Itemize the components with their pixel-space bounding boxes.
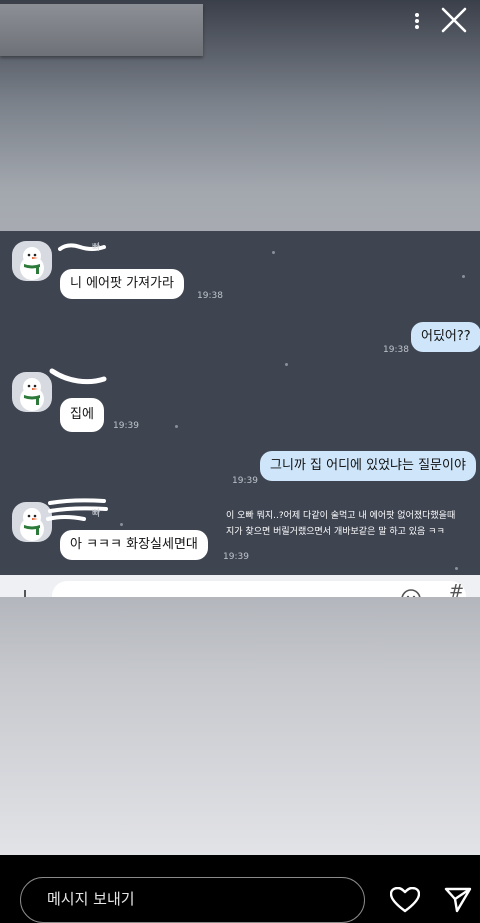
message-time: 19:38: [383, 345, 409, 355]
snowman-icon: [20, 247, 44, 280]
message-bubble-incoming: 아 ㅋㅋㅋ 화장실세면대: [60, 530, 208, 560]
plus-icon: [24, 590, 26, 597]
story-background: [0, 597, 480, 855]
send-icon[interactable]: [444, 887, 472, 913]
redacted-name: [58, 243, 106, 251]
send-message-placeholder: 메시지 보내기: [47, 890, 135, 908]
caption-line: 이 오빠 뭐지..?어제 다같이 술먹고 내 에어팟 없어졌다했을때: [226, 511, 456, 521]
story-frame: 빠 니 에어팟 가져가라 19:38 어딨어?? 19:38 집에 19:39 …: [0, 0, 480, 855]
message-bubble-outgoing: 그니까 집 어디에 있었냐는 질문이야: [260, 451, 476, 481]
redacted-header: [0, 4, 203, 56]
avatar: [12, 372, 52, 412]
message-bubble-incoming: 집에: [60, 398, 104, 432]
hash-icon: #: [449, 581, 465, 598]
message-time: 19:39: [223, 552, 249, 562]
message-bubble-outgoing: 어딨어??: [411, 322, 480, 352]
redacted-name: [49, 368, 107, 385]
more-vertical-icon[interactable]: [408, 12, 426, 30]
sender-name-suffix: 빠: [92, 243, 101, 253]
message-bubble-incoming: 니 에어팟 가져가라: [60, 269, 184, 299]
heart-icon[interactable]: [390, 887, 420, 913]
close-icon[interactable]: [440, 6, 468, 34]
sender-name-suffix: 빠: [92, 509, 101, 519]
message-time: 19:39: [232, 476, 258, 486]
caption-line: 지가 찾으면 버릴거랬으면서 개바보같은 말 하고 있음 ㅋㅋ: [226, 527, 445, 537]
story-caption: 이 오빠 뭐지..?어제 다같이 술먹고 내 에어팟 없어졌다했을때 지가 찾으…: [226, 508, 476, 540]
message-time: 19:39: [113, 421, 139, 431]
message-time: 19:38: [197, 291, 223, 301]
chat-screenshot: 빠 니 에어팟 가져가라 19:38 어딨어?? 19:38 집에 19:39 …: [0, 231, 480, 575]
snowman-icon: [20, 378, 44, 411]
send-message-input[interactable]: 메시지 보내기: [20, 877, 365, 923]
reply-bar: 메시지 보내기: [0, 855, 480, 923]
redacted-name: [46, 498, 108, 521]
emoji-icon: [401, 589, 421, 597]
avatar: [12, 241, 52, 281]
chat-input-bar: #: [0, 575, 480, 597]
